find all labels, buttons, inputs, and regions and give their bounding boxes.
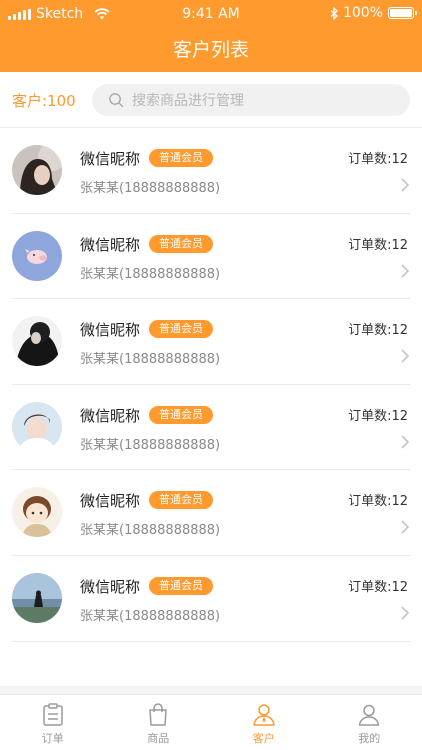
- chevron-right-icon: [401, 349, 410, 363]
- search-placeholder: 搜索商品进行管理: [132, 93, 244, 109]
- page-title: 客户列表: [172, 39, 249, 61]
- customer-nickname: 微信昵称: [80, 577, 141, 596]
- shopping-bag-icon: [149, 703, 167, 726]
- nav-bar: 客户列表: [0, 28, 422, 72]
- customer-row[interactable]: 微信昵称 普通会员 张某某(18888888888) 订单数:12: [12, 214, 410, 300]
- customer-phone: 张某某(18888888888): [80, 266, 221, 282]
- tab-orders[interactable]: 订单: [0, 695, 106, 750]
- customer-phone: 张某某(18888888888): [80, 523, 221, 539]
- avatar: [12, 145, 62, 195]
- avatar: [12, 316, 62, 367]
- clipboard-icon: [43, 703, 63, 726]
- avatar: [12, 572, 62, 623]
- order-count: 订单数:12: [348, 494, 408, 510]
- member-badge: 普通会员: [149, 320, 213, 339]
- customer-row[interactable]: 微信昵称 普通会员 张某某(18888888888) 订单数:12: [12, 128, 410, 214]
- customer-phone: 张某某(18888888888): [80, 352, 221, 368]
- customer-row[interactable]: 微信昵称 普通会员 张某某(18888888888) 订单数:12: [12, 470, 410, 556]
- customer-row[interactable]: 微信昵称 普通会员 张某某(18888888888) 订单数:12: [12, 556, 410, 642]
- order-count: 订单数:12: [348, 408, 408, 424]
- tab-products[interactable]: 商品: [106, 695, 212, 750]
- customer-phone: 张某某(18888888888): [80, 608, 221, 624]
- battery-icon: [388, 7, 417, 19]
- search-bar: 客户:100 搜索商品进行管理: [0, 72, 422, 128]
- tab-divider: [0, 686, 422, 694]
- tab-bar: 订单 商品 客户 我的: [0, 694, 422, 750]
- customer-count: 客户:100: [12, 92, 76, 110]
- chevron-right-icon: [401, 606, 410, 620]
- customer-nickname: 微信昵称: [80, 321, 141, 340]
- member-badge: 普通会员: [149, 149, 213, 167]
- customer-nickname: 微信昵称: [80, 150, 141, 168]
- customer-phone: 张某某(18888888888): [80, 181, 221, 196]
- avatar: [12, 230, 62, 281]
- tab-customers[interactable]: 客户: [211, 695, 317, 750]
- status-bar: Sketch 9:41 AM 100%: [0, 0, 422, 28]
- customer-nickname: 微信昵称: [80, 235, 141, 254]
- chevron-right-icon: [401, 520, 410, 534]
- tab-label: 商品: [147, 732, 170, 745]
- customer-icon: [253, 704, 275, 726]
- status-right: 100%: [330, 5, 417, 21]
- battery-percent: 100%: [342, 5, 383, 21]
- search-input[interactable]: 搜索商品进行管理: [92, 84, 410, 116]
- bluetooth-icon: [330, 6, 338, 20]
- tab-label: 客户: [252, 732, 275, 745]
- customer-nickname: 微信昵称: [80, 492, 141, 511]
- customer-row[interactable]: 微信昵称 普通会员 张某某(18888888888) 订单数:12: [12, 299, 410, 385]
- member-badge: 普通会员: [149, 491, 213, 510]
- chevron-right-icon: [401, 435, 410, 449]
- customer-phone: 张某某(18888888888): [80, 437, 221, 453]
- member-badge: 普通会员: [149, 405, 213, 424]
- member-badge: 普通会员: [149, 576, 213, 595]
- avatar: [12, 487, 62, 538]
- tab-label: 订单: [41, 732, 64, 745]
- person-icon: [359, 704, 380, 726]
- order-count: 订单数:12: [348, 579, 408, 595]
- chevron-right-icon: [401, 178, 410, 192]
- battery-level: [390, 9, 412, 17]
- member-badge: 普通会员: [149, 234, 213, 253]
- customer-nickname: 微信昵称: [80, 406, 141, 425]
- chevron-right-icon: [401, 264, 410, 278]
- order-count: 订单数:12: [348, 323, 408, 339]
- customer-row[interactable]: 微信昵称 普通会员 张某某(18888888888) 订单数:12: [12, 385, 410, 471]
- order-count: 订单数:12: [348, 237, 408, 253]
- search-icon: [109, 93, 124, 108]
- customer-list: 微信昵称 普通会员 张某某(18888888888) 订单数:12 微信昵称 普…: [0, 128, 422, 642]
- tab-mine[interactable]: 我的: [317, 695, 422, 750]
- avatar: [12, 401, 62, 452]
- tab-label: 我的: [358, 732, 381, 745]
- order-count: 订单数:12: [348, 152, 408, 167]
